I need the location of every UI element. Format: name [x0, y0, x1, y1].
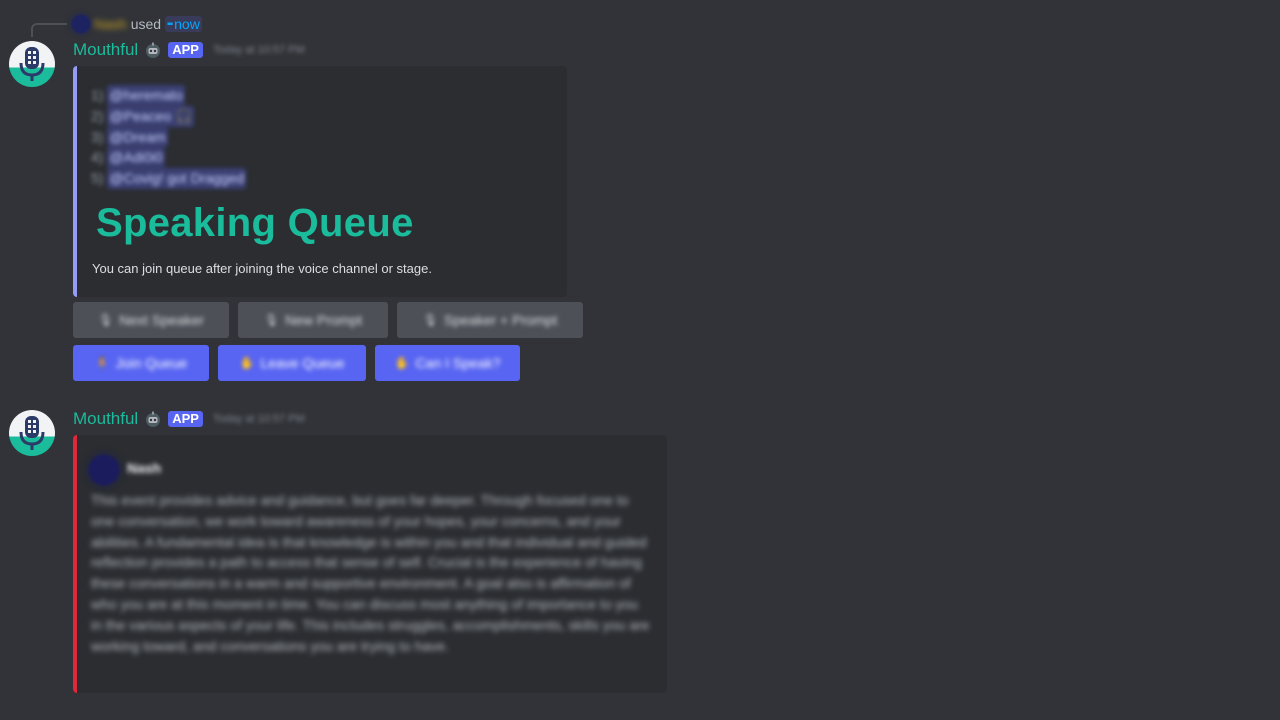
- message-header: Mouthful APP Today at 10:57 PM: [73, 40, 305, 60]
- robot-icon: [146, 411, 161, 427]
- next-speaker-button[interactable]: 🎙 Next Speaker: [73, 302, 229, 338]
- user-avatar[interactable]: [72, 15, 90, 33]
- user-mention[interactable]: @Peaceo 🎧: [107, 105, 195, 127]
- new-prompt-button[interactable]: 🎙 New Prompt: [238, 302, 388, 338]
- command-mention[interactable]: ▪▪ now: [165, 16, 202, 32]
- author-avatar[interactable]: [89, 455, 119, 485]
- queue-item: 3) @Dream: [91, 126, 246, 148]
- queue-embed: 1) @heremato 2) @Peaceo 🎧 3) @Dream 4) @…: [73, 66, 567, 297]
- queue-item: 1) @heremato: [91, 85, 246, 106]
- queue-number: 3): [91, 128, 104, 145]
- can-i-speak-button[interactable]: ✋ Can I Speak?: [375, 345, 520, 381]
- button-label: Leave Queue: [260, 355, 345, 371]
- username[interactable]: Mouthful: [73, 40, 138, 60]
- message-header: Mouthful APP Today at 10:57 PM: [73, 409, 305, 429]
- microphone-icon: 🎙: [263, 313, 280, 327]
- hand-icon: ✋: [239, 356, 255, 370]
- timestamp[interactable]: Today at 10:57 PM: [213, 44, 305, 56]
- interaction-reply: Nash used ▪▪ now: [72, 14, 202, 34]
- button-label: Speaker + Prompt: [444, 312, 558, 328]
- user-mention[interactable]: @Covig! got Dragged: [107, 168, 247, 189]
- queue-item: 5) @Covig! got Dragged: [91, 168, 247, 189]
- button-label: New Prompt: [285, 312, 363, 328]
- speaker-prompt-button[interactable]: 🎙 Speaker + Prompt: [397, 302, 583, 338]
- user-name[interactable]: Nash: [94, 16, 127, 32]
- embed-description: This event provides advice and guidance,…: [91, 492, 650, 654]
- microphone-icon: [19, 47, 45, 81]
- embed-accent-bar: [73, 66, 77, 297]
- bot-avatar[interactable]: [9, 41, 55, 87]
- hand-icon: ✋: [394, 356, 410, 370]
- button-label: Next Speaker: [119, 312, 205, 328]
- leave-queue-button[interactable]: ✋ Leave Queue: [218, 345, 366, 381]
- microphone-icon: [19, 416, 45, 450]
- user-mention[interactable]: @Adi0i0: [107, 147, 165, 168]
- embed-description: You can join queue after joining the voi…: [92, 261, 432, 276]
- user-mention[interactable]: @heremato: [107, 85, 185, 106]
- queue-number: 5): [91, 170, 104, 186]
- reply-spine: [31, 23, 67, 37]
- person-icon: 🧍: [94, 356, 110, 370]
- bot-avatar[interactable]: [9, 410, 55, 456]
- embed-title: Speaking Queue: [96, 201, 414, 245]
- apps-icon: ▪▪: [167, 18, 173, 30]
- command-label: now: [174, 16, 200, 32]
- join-queue-button[interactable]: 🧍 Join Queue: [73, 345, 209, 381]
- info-embed: Nash This event provides advice and guid…: [73, 435, 667, 693]
- queue-number: 1): [91, 87, 104, 103]
- robot-icon: [146, 42, 161, 58]
- queue-number: 2): [91, 107, 104, 124]
- queue-item: 2) @Peaceo 🎧: [91, 105, 246, 127]
- button-label: Join Queue: [115, 355, 188, 371]
- queue-item: 4) @Adi0i0: [91, 147, 246, 168]
- queue-list: 1) @heremato 2) @Peaceo 🎧 3) @Dream 4) @…: [91, 85, 247, 189]
- button-label: Can I Speak?: [415, 355, 501, 371]
- microphone-icon: 🎙: [422, 313, 438, 327]
- embed-accent-bar: [73, 435, 77, 693]
- username[interactable]: Mouthful: [73, 409, 138, 429]
- app-tag: APP: [168, 42, 203, 58]
- app-tag: APP: [168, 411, 203, 427]
- embed-author[interactable]: Nash: [127, 460, 161, 476]
- microphone-icon: 🎙: [97, 313, 114, 327]
- used-label: used: [130, 16, 162, 32]
- user-mention[interactable]: @Dream: [107, 126, 168, 148]
- timestamp[interactable]: Today at 10:57 PM: [213, 413, 305, 425]
- queue-number: 4): [91, 149, 104, 166]
